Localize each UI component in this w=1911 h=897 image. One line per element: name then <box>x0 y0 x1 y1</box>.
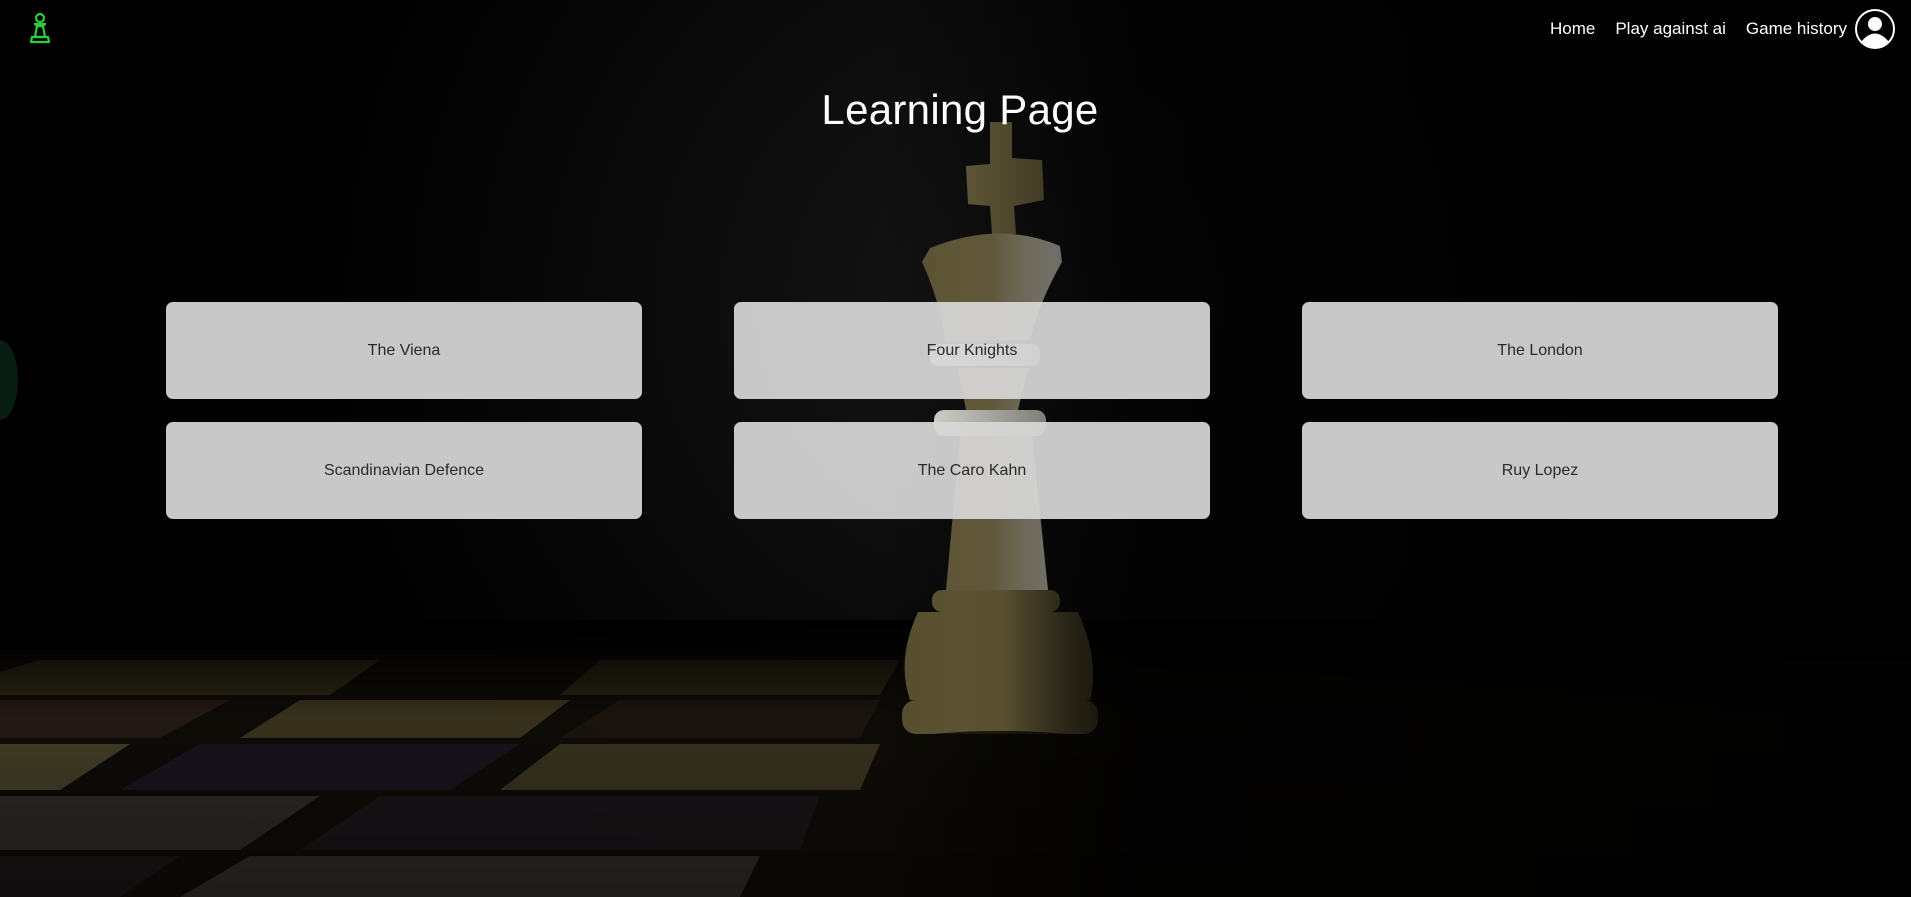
opening-card-the-caro-kahn[interactable]: The Caro Kahn <box>734 422 1210 519</box>
opening-card-label: Scandinavian Defence <box>323 461 485 479</box>
opening-card-the-viena[interactable]: The Viena <box>166 302 642 399</box>
opening-card-scandinavian-defence[interactable]: Scandinavian Defence <box>166 422 642 519</box>
opening-card-the-london[interactable]: The London <box>1302 302 1778 399</box>
opening-card-ruy-lopez[interactable]: Ruy Lopez <box>1302 422 1778 519</box>
page-title: Learning Page <box>821 86 1099 133</box>
opening-card-four-knights[interactable]: Four Knights <box>734 302 1210 399</box>
opening-card-label: The Viena <box>367 341 441 359</box>
opening-card-label: Four Knights <box>926 341 1018 359</box>
opening-card-label: Ruy Lopez <box>1501 461 1579 479</box>
nav-home-link[interactable]: Home <box>1550 9 1595 49</box>
user-avatar-icon[interactable] <box>1855 9 1895 49</box>
opening-card-label: The Caro Kahn <box>917 461 1027 479</box>
nav-play-ai-link[interactable]: Play against ai <box>1615 9 1726 49</box>
chess-pawn-icon[interactable] <box>24 12 56 46</box>
learning-page: Home Play against ai Game history Learni… <box>0 0 1911 897</box>
opening-card-label: The London <box>1497 341 1583 359</box>
top-navbar: Home Play against ai Game history <box>0 0 1911 58</box>
nav-game-history-link[interactable]: Game history <box>1746 9 1847 49</box>
nav-links: Home Play against ai Game history <box>1550 9 1895 49</box>
